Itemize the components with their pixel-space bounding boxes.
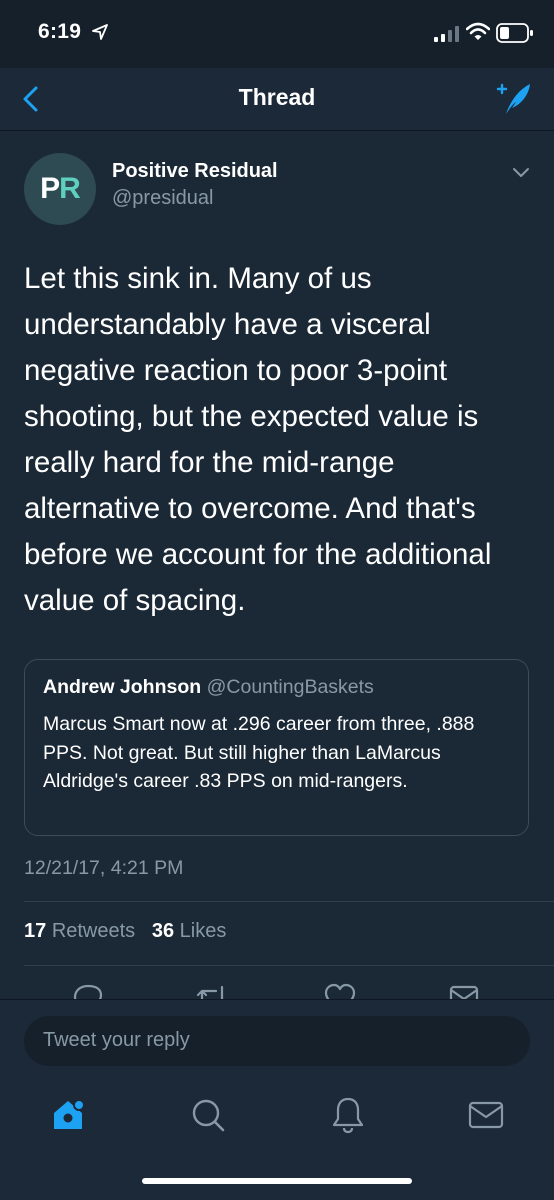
author-handle[interactable]: @presidual bbox=[112, 187, 213, 210]
quoted-tweet-text: Marcus Smart now at .296 career from thr… bbox=[43, 713, 475, 792]
retweets-label: Retweets bbox=[51, 920, 136, 942]
status-bar: 6:19 bbox=[0, 0, 554, 68]
likes-count: 36 bbox=[151, 920, 175, 942]
reply-input[interactable]: Tweet your reply bbox=[24, 1016, 530, 1066]
messages-icon[interactable] bbox=[466, 1095, 506, 1135]
chevron-down-icon[interactable] bbox=[512, 167, 530, 179]
location-arrow-icon bbox=[92, 24, 108, 40]
likes-label: Likes bbox=[179, 920, 227, 942]
tweet-stats: 17 Retweets 36 Likes bbox=[24, 920, 226, 943]
home-icon[interactable] bbox=[48, 1095, 88, 1135]
status-time: 6:19 bbox=[38, 20, 82, 43]
page-title: Thread bbox=[238, 84, 316, 110]
avatar-initials: PR bbox=[40, 172, 81, 205]
home-indicator[interactable] bbox=[142, 1178, 412, 1184]
reply-placeholder: Tweet your reply bbox=[43, 1029, 190, 1051]
author-name[interactable]: Positive Residual bbox=[112, 160, 278, 183]
retweets-stat[interactable]: 17 Retweets bbox=[24, 920, 135, 942]
likes-stat[interactable]: 36 Likes bbox=[152, 920, 227, 942]
tweet-timestamp: 12/21/17, 4:21 PM bbox=[24, 857, 184, 879]
reply-bar: Tweet your reply bbox=[0, 999, 554, 1082]
wifi-icon bbox=[466, 22, 490, 40]
nav-bar: Thread bbox=[0, 68, 554, 131]
quoted-author-name: Andrew Johnson bbox=[43, 676, 202, 698]
tweet-text: Let this sink in. Many of us understanda… bbox=[24, 262, 492, 617]
search-icon[interactable] bbox=[188, 1095, 228, 1135]
quoted-tweet-header: Andrew Johnson @CountingBaskets bbox=[43, 676, 374, 699]
tweet-detail: PR Positive Residual @presidual Let this… bbox=[0, 131, 554, 1013]
compose-tweet-icon[interactable] bbox=[494, 80, 534, 118]
divider bbox=[24, 965, 554, 966]
quoted-author-handle: @CountingBaskets bbox=[206, 676, 374, 698]
avatar[interactable]: PR bbox=[24, 153, 96, 225]
divider bbox=[24, 901, 554, 902]
notifications-icon[interactable] bbox=[328, 1095, 368, 1135]
battery-icon bbox=[496, 23, 533, 43]
quoted-tweet[interactable]: Andrew Johnson @CountingBaskets Marcus S… bbox=[24, 659, 529, 836]
signal-icon bbox=[434, 26, 459, 42]
retweets-count: 17 bbox=[24, 920, 47, 942]
